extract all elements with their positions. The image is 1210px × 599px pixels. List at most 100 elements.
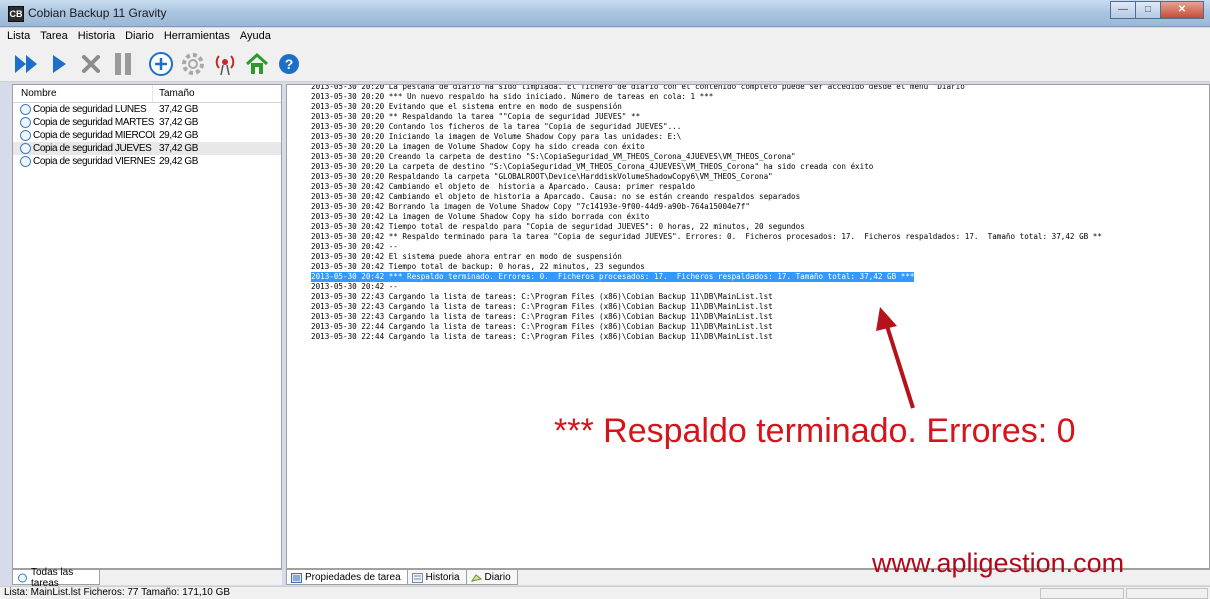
status-cell	[1126, 588, 1208, 599]
menu-diario[interactable]: Diario	[120, 28, 159, 46]
watermark: www.apligestion.com	[872, 548, 1125, 578]
annotation-text: *** Respaldo terminado. Errores: 0	[554, 412, 1076, 450]
task-row[interactable]: Copia de seguridad VIERNES 29,42 GB	[13, 155, 281, 168]
log-line: 2013-05-30 22:44 Cargando la lista de ta…	[311, 332, 773, 341]
log-line: 2013-05-30 20:20 La carpeta de destino "…	[311, 162, 874, 171]
journal-icon	[470, 573, 482, 582]
status-cell	[1040, 588, 1124, 599]
toolbar: ?	[0, 46, 1210, 82]
log-line: 2013-05-30 20:42 Tiempo total de backup:…	[311, 262, 645, 271]
column-header-size[interactable]: Tamaño	[153, 85, 281, 102]
log-line: 2013-05-30 20:42 Borrando la imagen de V…	[311, 202, 750, 211]
task-list-header: Nombre Tamaño	[13, 85, 281, 103]
task-icon	[20, 117, 31, 128]
maximize-button[interactable]: □	[1135, 1, 1161, 19]
task-size: 37,42 GB	[159, 104, 199, 115]
log-lines: 2013-05-30 20:20 La pestaña de diario ha…	[311, 84, 1102, 342]
status-text: Lista: MainList.lst Ficheros: 77 Tamaño:…	[4, 587, 231, 598]
menu-historia[interactable]: Historia	[73, 28, 120, 46]
log-line: 2013-05-30 20:20 Iniciando la imagen de …	[311, 132, 682, 141]
pause-button[interactable]	[108, 49, 138, 79]
help-icon: ?	[279, 53, 299, 74]
task-name: Copia de seguridad MIERCOLES	[33, 130, 155, 141]
log-line: 2013-05-30 22:43 Cargando la lista de ta…	[311, 302, 773, 311]
log-line: 2013-05-30 20:20 La imagen de Volume Sha…	[311, 142, 645, 151]
log-line: 2013-05-30 20:20 Contando los ficheros d…	[311, 122, 682, 131]
log-line: 2013-05-30 22:43 Cargando la lista de ta…	[311, 292, 773, 301]
tab-properties[interactable]: Propiedades de tarea	[286, 570, 408, 585]
log-line: 2013-05-30 20:42 Cambiando el objeto de …	[311, 192, 801, 201]
task-name: Copia de seguridad JUEVES	[33, 143, 152, 154]
log-line: 2013-05-30 20:20 Creando la carpeta de d…	[311, 152, 796, 161]
close-button[interactable]: ✕	[1160, 1, 1204, 19]
properties-icon	[291, 572, 302, 583]
task-row[interactable]: Copia de seguridad LUNES 37,42 GB	[13, 103, 281, 116]
home-button[interactable]	[242, 49, 272, 79]
task-icon	[20, 156, 31, 167]
fast-forward-icon	[15, 54, 37, 73]
add-task-button[interactable]	[146, 49, 176, 79]
log-line: 2013-05-30 20:20 ** Respaldando la tarea…	[311, 112, 641, 121]
task-size: 37,42 GB	[159, 143, 199, 154]
broadcast-icon	[215, 54, 235, 75]
svg-text:?: ?	[285, 56, 294, 72]
task-name: Copia de seguridad MARTES	[33, 117, 154, 128]
task-list-panel: Nombre Tamaño Copia de seguridad LUNES 3…	[12, 84, 282, 569]
tasks-icon	[18, 573, 27, 582]
log-line: 2013-05-30 20:20 La pestaña de diario ha…	[311, 84, 970, 91]
history-icon	[411, 572, 423, 583]
log-line: 2013-05-30 20:42 Cambiando el objeto de …	[311, 182, 696, 191]
cancel-icon	[82, 54, 100, 73]
menu-ayuda[interactable]: Ayuda	[235, 28, 276, 46]
log-line: 2013-05-30 20:42 La imagen de Volume Sha…	[311, 212, 650, 221]
task-row-selected[interactable]: Copia de seguridad JUEVES 37,42 GB	[13, 142, 281, 155]
log-line: 2013-05-30 20:42 Tiempo total de respald…	[311, 222, 805, 231]
play-icon	[53, 54, 66, 73]
task-icon	[20, 130, 31, 141]
left-tab-bar: Todas las tareas	[12, 567, 282, 589]
menu-herramientas[interactable]: Herramientas	[159, 28, 235, 46]
task-row[interactable]: Copia de seguridad MIERCOLES 29,42 GB	[13, 129, 281, 142]
log-line: 2013-05-30 20:20 *** Un nuevo respaldo h…	[311, 92, 714, 101]
pause-icon	[115, 52, 131, 75]
log-line: 2013-05-30 22:44 Cargando la lista de ta…	[311, 322, 773, 331]
tab-history-label: Historia	[425, 572, 460, 583]
log-line: 2013-05-30 20:42 --	[311, 242, 398, 251]
log-line: 2013-05-30 20:20 Respaldando la carpeta …	[311, 172, 773, 181]
log-line: 2013-05-30 20:42 El sistema puede ahora …	[311, 252, 622, 261]
task-name: Copia de seguridad LUNES	[33, 104, 147, 115]
log-panel[interactable]: 2013-05-30 20:20 La pestaña de diario ha…	[286, 84, 1210, 569]
help-button[interactable]: ?	[274, 49, 304, 79]
task-size: 29,42 GB	[159, 156, 199, 167]
run-all-button[interactable]	[12, 49, 42, 79]
tab-journal[interactable]: Diario	[465, 570, 518, 585]
add-icon	[149, 51, 173, 76]
settings-button[interactable]	[178, 49, 208, 79]
gear-icon	[182, 52, 204, 75]
column-header-name[interactable]: Nombre	[13, 85, 153, 102]
status-bar: Lista: MainList.lst Ficheros: 77 Tamaño:…	[0, 586, 1210, 599]
menu-lista[interactable]: Lista	[2, 28, 35, 46]
cancel-button[interactable]	[76, 49, 106, 79]
task-size: 37,42 GB	[159, 117, 199, 128]
home-icon	[245, 52, 269, 74]
tab-properties-label: Propiedades de tarea	[305, 572, 401, 583]
log-line: 2013-05-30 20:20 Evitando que el sistema…	[311, 102, 622, 111]
task-name: Copia de seguridad VIERNES	[33, 156, 155, 167]
run-selected-button[interactable]	[44, 49, 74, 79]
log-line-highlighted: 2013-05-30 20:42 *** Respaldo terminado.…	[311, 272, 915, 282]
menu-tarea[interactable]: Tarea	[35, 28, 73, 46]
task-icon	[20, 143, 31, 154]
window-controls: — □ ✕	[1110, 1, 1204, 19]
tab-history[interactable]: Historia	[406, 570, 467, 585]
title-bar: CB Cobian Backup 11 Gravity — □ ✕	[0, 0, 1210, 27]
task-row[interactable]: Copia de seguridad MARTES 37,42 GB	[13, 116, 281, 129]
tab-journal-label: Diario	[484, 572, 511, 583]
menu-bar: Lista Tarea Historia Diario Herramientas…	[0, 28, 1210, 46]
tab-all-tasks[interactable]: Todas las tareas	[12, 567, 100, 589]
app-icon: CB	[8, 6, 24, 22]
broadcast-button[interactable]	[210, 49, 240, 79]
task-list: Copia de seguridad LUNES 37,42 GB Copia …	[13, 103, 281, 168]
log-line: 2013-05-30 20:42 --	[311, 282, 398, 291]
minimize-button[interactable]: —	[1110, 1, 1136, 19]
